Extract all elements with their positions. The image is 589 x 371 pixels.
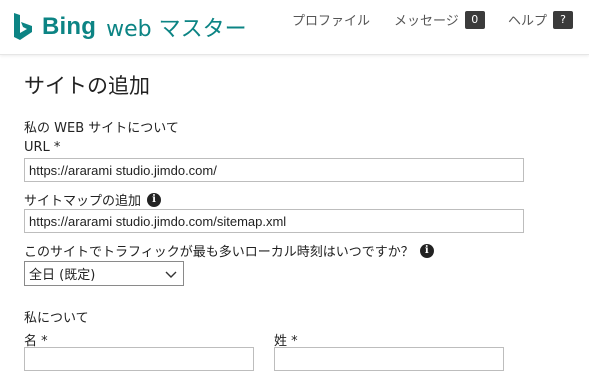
- last-name-input[interactable]: [274, 347, 504, 371]
- traffic-info-icon[interactable]: i: [419, 243, 434, 258]
- help-question-badge: ?: [553, 10, 574, 29]
- peak-time-select-value: 全日 (既定): [29, 268, 96, 283]
- url-input[interactable]: [24, 158, 524, 182]
- sitemap-label-text: サイトマップの追加: [24, 194, 142, 209]
- sitemap-info-icon[interactable]: i: [147, 192, 162, 207]
- bing-webmaster-logo[interactable]: Bing web マスター: [12, 9, 247, 45]
- nav-help-label: ヘルプ: [508, 14, 548, 29]
- product-name: web マスター: [106, 17, 247, 42]
- url-label-text: URL *: [24, 140, 61, 155]
- nav-help[interactable]: ヘルプ ?: [508, 10, 574, 29]
- sitemap-input[interactable]: [24, 209, 524, 233]
- nav-profile[interactable]: プロファイル: [292, 10, 370, 29]
- nav-messages-label: メッセージ: [394, 14, 459, 29]
- url-label: URL *: [24, 140, 60, 155]
- chevron-down-icon: [165, 271, 177, 278]
- brand-name: Bing: [42, 13, 97, 40]
- peak-time-select[interactable]: 全日 (既定): [24, 261, 184, 286]
- messages-count-badge: 0: [464, 10, 485, 29]
- website-section-heading: 私の WEB サイトについて: [24, 121, 179, 136]
- first-name-input[interactable]: [24, 347, 254, 371]
- traffic-question-text: このサイトでトラフィックが最も多いローカル時刻はいつですか？: [24, 245, 414, 260]
- nav-messages[interactable]: メッセージ 0: [394, 10, 485, 29]
- sitemap-label: サイトマップの追加 i: [24, 190, 162, 209]
- page-title: サイトの追加: [24, 74, 150, 98]
- top-header: Bing web マスター プロファイル メッセージ 0 ヘルプ ?: [0, 0, 589, 55]
- about-me-heading: 私について: [24, 311, 89, 326]
- traffic-question-label: このサイトでトラフィックが最も多いローカル時刻はいつですか？ i: [24, 241, 434, 260]
- nav-profile-label: プロファイル: [292, 14, 371, 29]
- bing-b-icon: [14, 13, 32, 40]
